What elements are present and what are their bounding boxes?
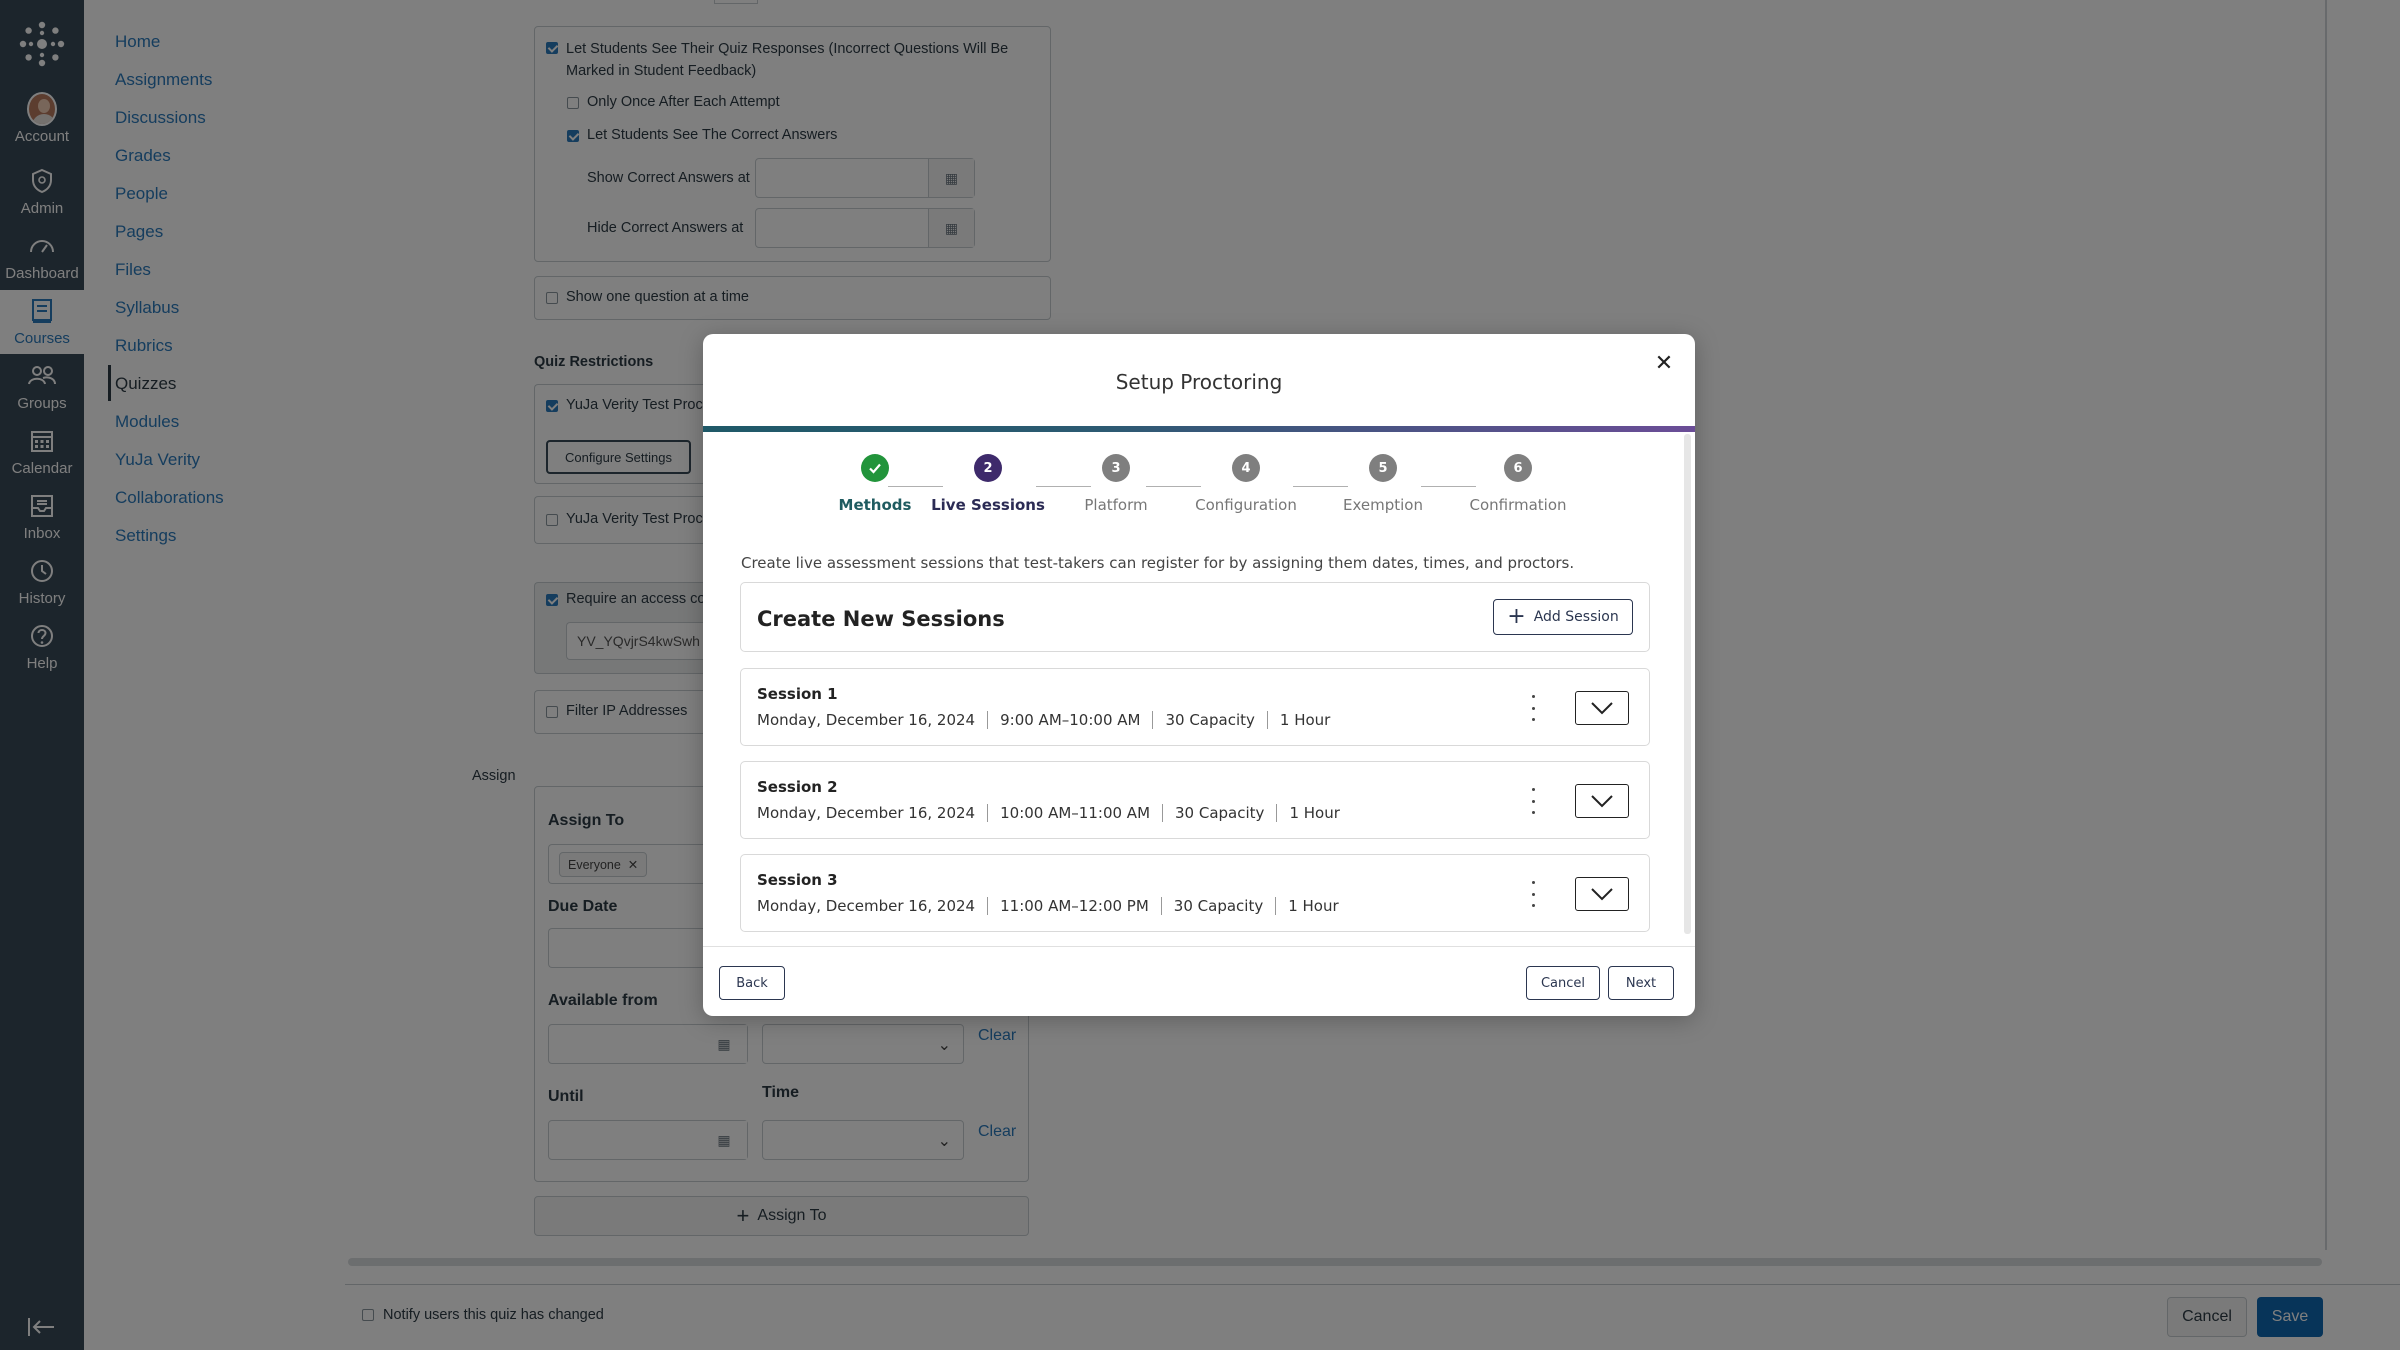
step-live-sessions[interactable]: 2 Live Sessions [918, 454, 1058, 514]
session-meta: Monday, December 16, 2024 11:00 AM–12:00… [757, 897, 1351, 915]
chevron-down-icon [1591, 795, 1613, 808]
expand-session-button[interactable] [1575, 691, 1629, 725]
step-number: 4 [1232, 454, 1260, 482]
create-sessions-card: Create New Sessions + Add Session [740, 582, 1650, 652]
modal-accent-bar [703, 426, 1695, 432]
next-button[interactable]: Next [1608, 966, 1674, 1000]
check-icon [861, 454, 889, 482]
more-options-icon[interactable] [1527, 788, 1539, 814]
more-options-icon[interactable] [1527, 881, 1539, 907]
session-date: Monday, December 16, 2024 [757, 804, 976, 822]
session-card[interactable]: Session 3 Monday, December 16, 2024 11:0… [740, 854, 1650, 932]
chevron-down-icon [1591, 702, 1613, 715]
session-title: Session 3 [757, 871, 838, 889]
back-button[interactable]: Back [719, 966, 785, 1000]
step-exemption[interactable]: 5 Exemption [1313, 454, 1453, 514]
modal-description: Create live assessment sessions that tes… [741, 554, 1575, 572]
session-card[interactable]: Session 1 Monday, December 16, 2024 9:00… [740, 668, 1650, 746]
session-date: Monday, December 16, 2024 [757, 897, 976, 915]
chevron-down-icon [1591, 888, 1613, 901]
step-number: 6 [1504, 454, 1532, 482]
step-label: Confirmation [1469, 496, 1567, 514]
step-label: Platform [1084, 496, 1148, 514]
step-confirmation[interactable]: 6 Confirmation [1448, 454, 1588, 514]
setup-proctoring-modal: Setup Proctoring ✕ Methods 2 Live Sessio… [703, 334, 1695, 1016]
session-meta: Monday, December 16, 2024 9:00 AM–10:00 … [757, 711, 1342, 729]
step-configuration[interactable]: 4 Configuration [1176, 454, 1316, 514]
session-capacity: 30 Capacity [1160, 897, 1275, 915]
session-duration: 1 Hour [1276, 804, 1351, 822]
step-label: Methods [838, 496, 912, 514]
modal-footer-divider [703, 946, 1695, 947]
expand-session-button[interactable] [1575, 784, 1629, 818]
session-title: Session 2 [757, 778, 838, 796]
session-duration: 1 Hour [1275, 897, 1350, 915]
step-label: Configuration [1195, 496, 1297, 514]
session-time: 9:00 AM–10:00 AM [987, 711, 1152, 729]
session-time: 10:00 AM–11:00 AM [987, 804, 1162, 822]
session-card[interactable]: Session 2 Monday, December 16, 2024 10:0… [740, 761, 1650, 839]
step-label: Exemption [1343, 496, 1423, 514]
add-session-button[interactable]: + Add Session [1493, 599, 1633, 635]
session-duration: 1 Hour [1266, 711, 1342, 729]
session-title: Session 1 [757, 685, 838, 703]
step-number: 3 [1102, 454, 1130, 482]
modal-scrollbar[interactable] [1684, 434, 1691, 934]
step-number: 2 [974, 454, 1002, 482]
step-platform[interactable]: 3 Platform [1046, 454, 1186, 514]
plus-icon: + [1507, 604, 1526, 629]
more-options-icon[interactable] [1527, 695, 1539, 721]
step-number: 5 [1369, 454, 1397, 482]
session-capacity: 30 Capacity [1162, 804, 1276, 822]
create-sessions-heading: Create New Sessions [757, 607, 1005, 631]
add-session-label: Add Session [1533, 609, 1619, 625]
cancel-button[interactable]: Cancel [1526, 966, 1600, 1000]
expand-session-button[interactable] [1575, 877, 1629, 911]
session-time: 11:00 AM–12:00 PM [987, 897, 1161, 915]
close-icon[interactable]: ✕ [1649, 348, 1679, 378]
modal-title: Setup Proctoring [1115, 370, 1283, 394]
session-meta: Monday, December 16, 2024 10:00 AM–11:00… [757, 804, 1352, 822]
session-capacity: 30 Capacity [1152, 711, 1266, 729]
session-date: Monday, December 16, 2024 [757, 711, 976, 729]
step-label: Live Sessions [931, 496, 1045, 514]
